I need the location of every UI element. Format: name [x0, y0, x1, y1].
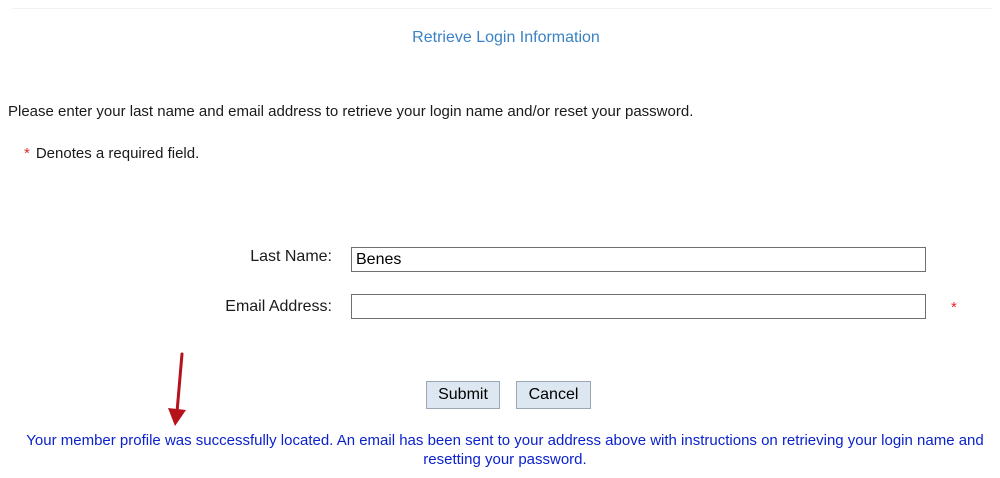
last-name-label: Last Name: [250, 248, 332, 265]
submit-button[interactable]: Submit [426, 381, 500, 409]
email-address-input[interactable] [351, 294, 926, 319]
required-note: * Denotes a required field. [24, 145, 199, 162]
last-name-input[interactable] [351, 247, 926, 272]
success-message: Your member profile was successfully loc… [26, 432, 984, 468]
arrow-down-icon [168, 352, 186, 426]
instructions-text: Please enter your last name and email ad… [8, 103, 694, 120]
top-divider [12, 8, 992, 9]
cancel-button[interactable]: Cancel [516, 381, 591, 409]
email-address-label: Email Address: [225, 298, 332, 315]
required-note-text: Denotes a required field. [35, 145, 200, 162]
page-title: Retrieve Login Information [412, 29, 600, 46]
required-star-icon: * [24, 145, 30, 162]
email-required-star-icon: * [951, 299, 957, 316]
retrieve-login-page: Retrieve Login Information Please enter … [0, 0, 1000, 478]
